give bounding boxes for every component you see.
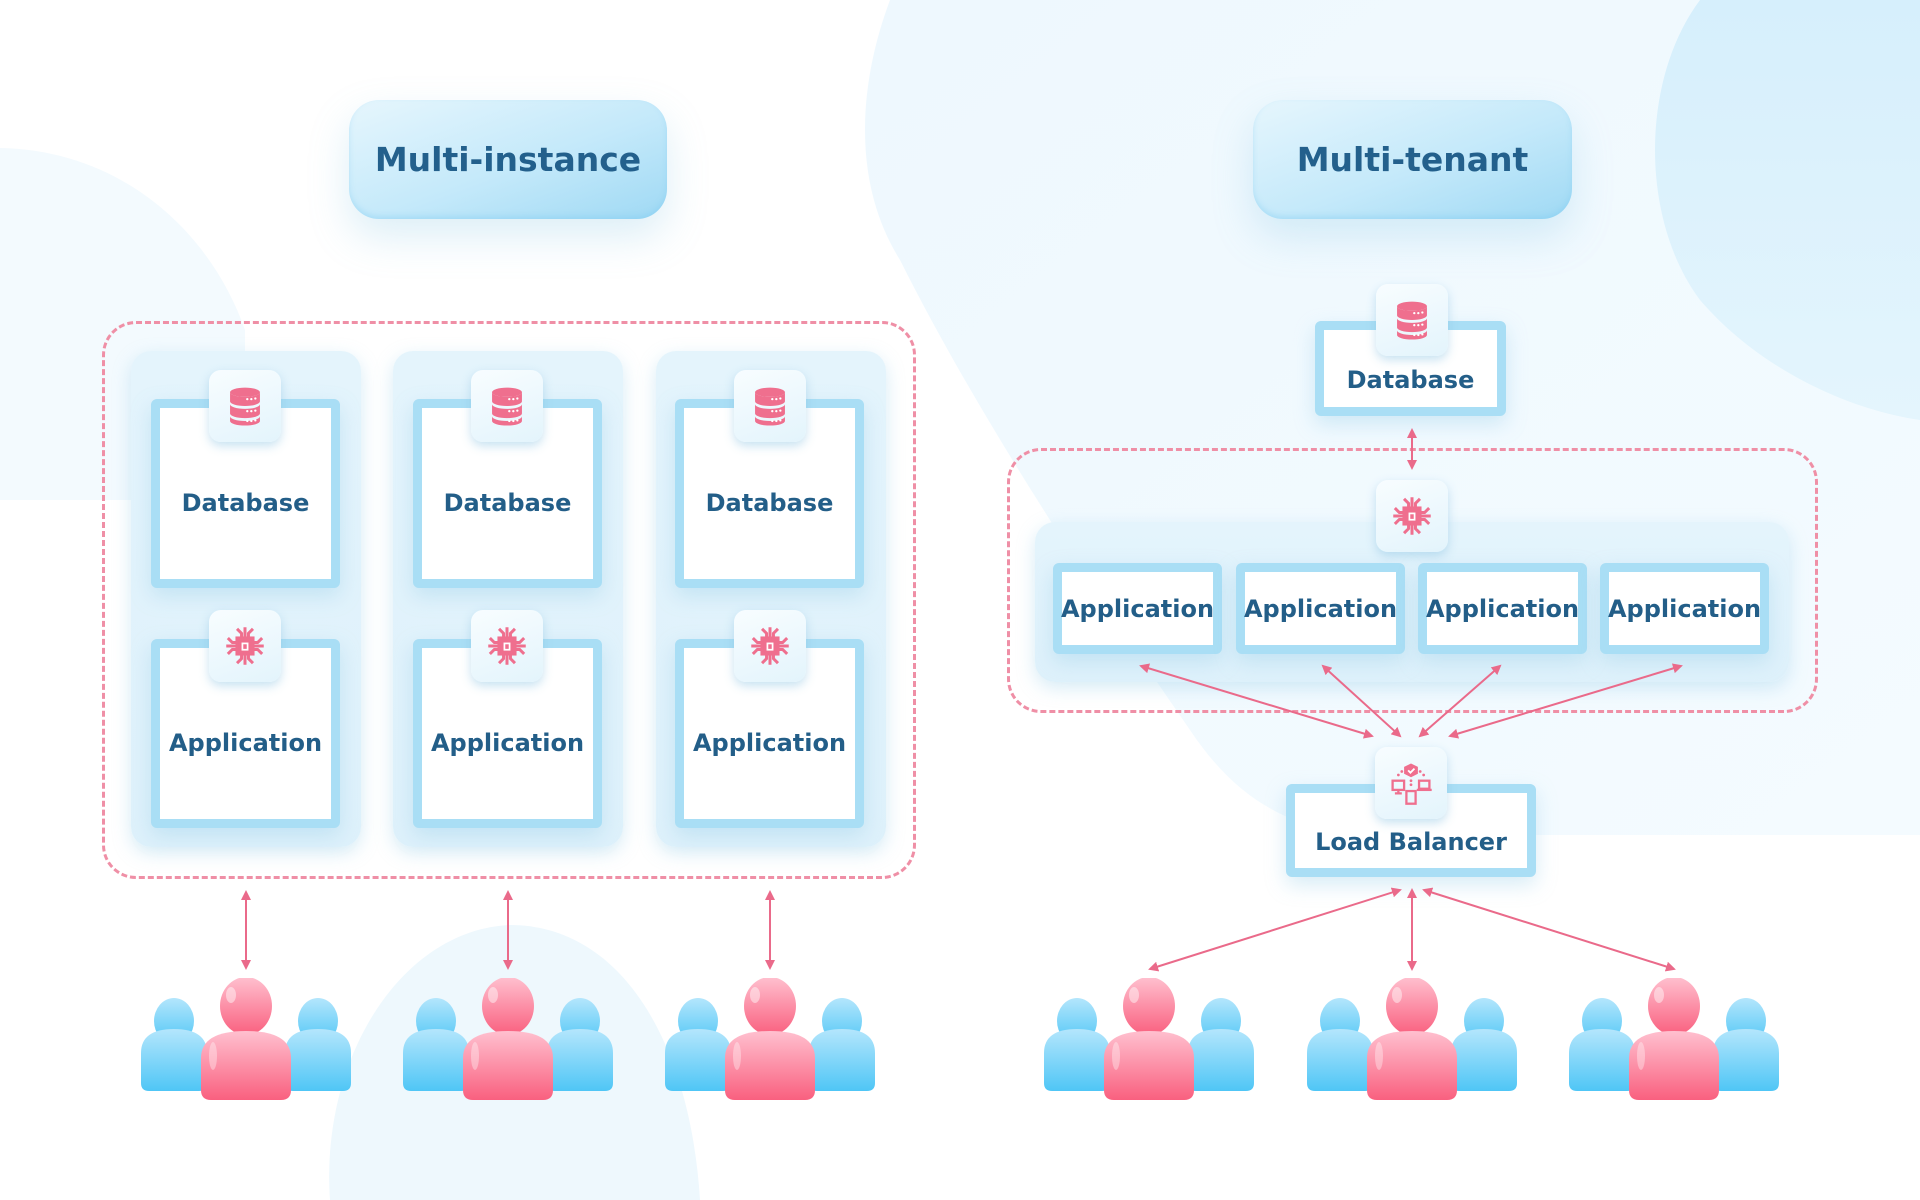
database-icon — [734, 370, 806, 442]
cpu-chip-icon — [734, 610, 806, 682]
network-devices-icon — [1375, 747, 1447, 819]
application-label: Application — [1607, 594, 1762, 623]
tenant-application-card-4: Application — [1600, 563, 1769, 654]
multi-tenant-title: Multi-tenant — [1253, 100, 1572, 219]
multi-instance-title-text: Multi-instance — [374, 140, 642, 179]
cpu-chip-icon — [209, 610, 281, 682]
users-group-icon — [139, 977, 353, 1103]
database-label: Database — [443, 488, 572, 517]
users-group-icon — [1042, 977, 1256, 1103]
application-label: Application — [168, 728, 323, 757]
application-label: Application — [1243, 594, 1398, 623]
cpu-chip-icon — [471, 610, 543, 682]
tenant-application-card-3: Application — [1418, 563, 1587, 654]
database-label: Database — [181, 488, 310, 517]
application-label: Application — [1060, 594, 1215, 623]
application-label: Application — [692, 728, 847, 757]
users-group-icon — [401, 977, 615, 1103]
database-icon — [209, 370, 281, 442]
application-label: Application — [1425, 594, 1580, 623]
cpu-chip-icon — [1376, 480, 1448, 552]
users-group-icon — [1567, 977, 1781, 1103]
database-icon — [471, 370, 543, 442]
load-balancer-label: Load Balancer — [1315, 827, 1507, 856]
tenant-application-card-1: Application — [1053, 563, 1222, 654]
application-label: Application — [430, 728, 585, 757]
multi-instance-title: Multi-instance — [349, 100, 667, 219]
multi-tenant-title-text: Multi-tenant — [1296, 140, 1529, 179]
database-icon — [1376, 284, 1448, 356]
tenant-application-card-2: Application — [1236, 563, 1405, 654]
users-group-icon — [1305, 977, 1519, 1103]
users-group-icon — [663, 977, 877, 1103]
database-label: Database — [705, 488, 834, 517]
database-label: Database — [1346, 365, 1475, 394]
